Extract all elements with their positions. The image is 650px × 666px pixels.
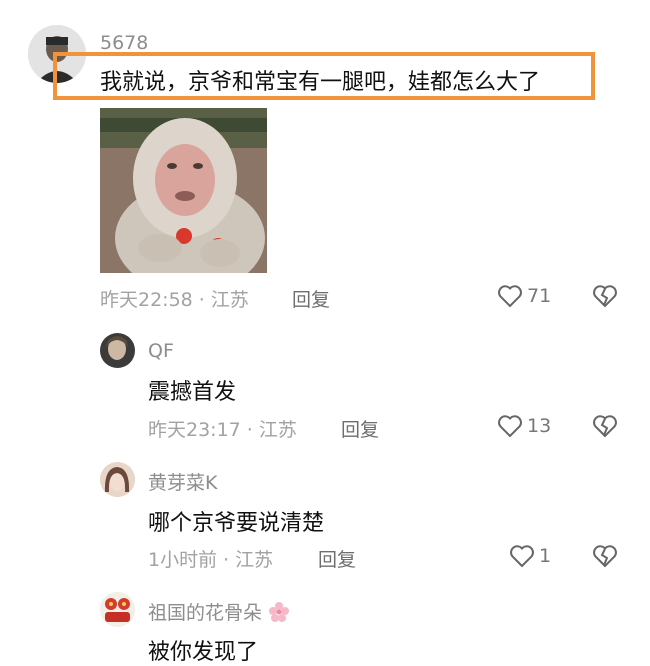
reply-avatar-image [100,592,135,627]
like-button[interactable]: 13 [497,414,551,438]
reply-button[interactable]: 回复 [318,545,356,572]
reply-avatar-image [100,333,135,368]
monkey-photo [100,108,267,273]
reply-username[interactable]: 黄芽菜K [148,468,217,495]
like-count: 13 [527,415,552,437]
comment-location: 江苏 [210,289,249,311]
dislike-button[interactable] [592,544,618,572]
comment-text: 我就说，京爷和常宝有一腿吧，娃都怎么大了 [100,70,541,95]
comment-time: 昨天22:58 [100,289,193,311]
separator-dot: · [246,419,253,441]
heart-outline-icon [498,415,522,438]
like-count: 71 [527,285,552,307]
comment-image[interactable] [100,108,267,273]
like-button[interactable]: 1 [509,544,551,568]
reply-text: 被你发现了 [148,640,259,665]
separator-dot: · [223,549,230,571]
avatar[interactable] [100,462,135,497]
reply-username[interactable]: 祖国的花骨朵 [148,598,290,625]
reply-meta: 1小时前 · 江苏 [148,545,273,572]
avatar[interactable] [100,592,135,627]
broken-heart-icon [593,415,617,438]
reply-time: 1小时前 [148,549,218,571]
dislike-button[interactable] [592,414,618,442]
dislike-button[interactable] [592,284,618,312]
comment-meta: 昨天22:58 · 江苏 [100,285,249,312]
reply-time: 昨天23:17 [148,419,241,441]
reply-button[interactable]: 回复 [292,285,330,312]
separator-dot: · [198,289,205,311]
reply-location: 江苏 [258,419,297,441]
reply-button[interactable]: 回复 [341,415,379,442]
reply-text: 震撼首发 [148,380,237,405]
heart-outline-icon [498,285,522,308]
heart-outline-icon [510,545,534,568]
reply-username[interactable]: QF [148,340,174,362]
reply-location: 江苏 [235,549,274,571]
like-button[interactable]: 71 [497,284,551,308]
avatar[interactable] [100,333,135,368]
reply-text: 哪个京爷要说清楚 [148,511,325,536]
broken-heart-icon [593,545,617,568]
like-count: 1 [539,545,552,567]
reply-avatar-image [100,462,135,497]
reply-username-text: 祖国的花骨朵 [148,602,263,624]
comment-username[interactable]: 5678 [100,32,148,54]
broken-heart-icon [593,285,617,308]
cherry-blossom-icon [269,602,290,622]
reply-meta: 昨天23:17 · 江苏 [148,415,297,442]
